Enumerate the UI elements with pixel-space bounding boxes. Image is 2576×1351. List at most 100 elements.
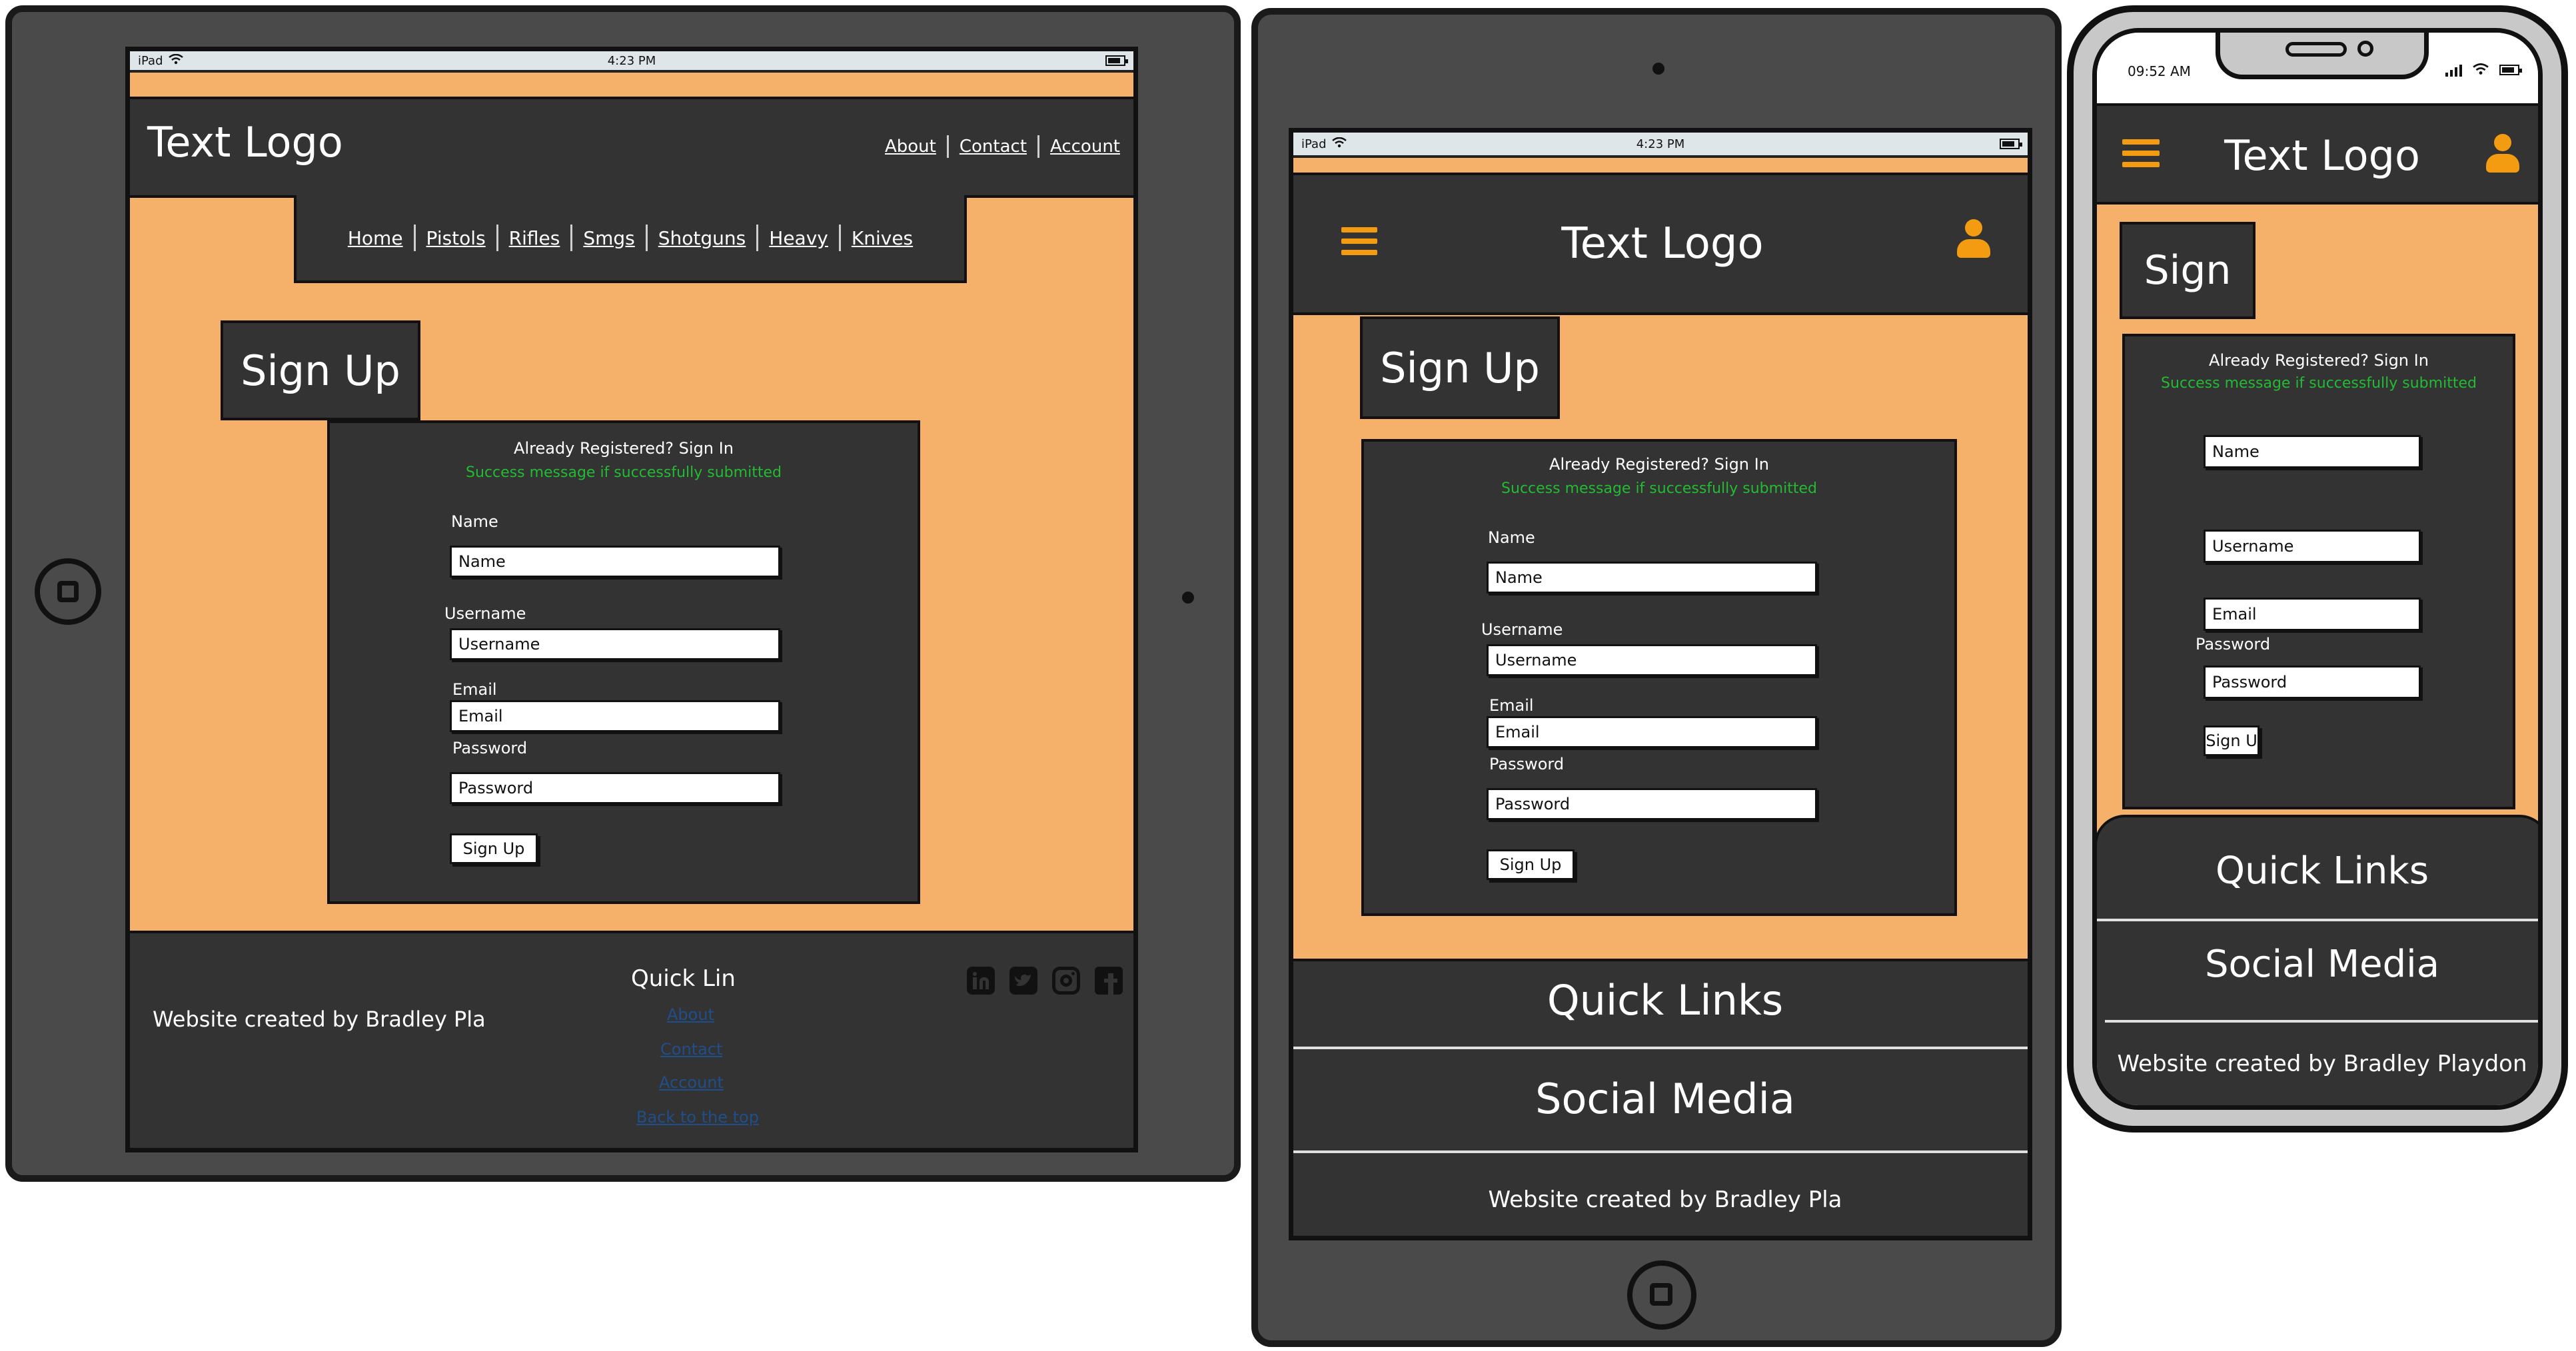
tablet-screen: iPad 4:23 PM Text Logo About Contact Acc… [125, 47, 1138, 1152]
name-label: Name [1488, 528, 1535, 547]
nav-knives[interactable]: Knives [852, 227, 913, 249]
clock: 4:23 PM [607, 53, 656, 68]
phone-screen: 09:52 AM Text Logo Sign Already Register… [2092, 28, 2543, 1110]
carrier-label: iPad [1301, 137, 1327, 151]
user-icon[interactable] [2486, 134, 2519, 175]
quick-links-heading[interactable]: Quick Links [2097, 849, 2538, 893]
name-input[interactable]: Name [2204, 435, 2421, 468]
footer-credit: Website created by Bradley Pla [1488, 1186, 1842, 1213]
divider [1293, 1150, 2028, 1153]
signup-form: Already Registered? Sign In Success mess… [327, 420, 920, 904]
nav-home[interactable]: Home [348, 227, 403, 249]
footer-credit: Website created by Bradley Playdon [2117, 1051, 2527, 1077]
phone-frame: 09:52 AM Text Logo Sign Already Register… [2067, 5, 2568, 1132]
camera [1182, 592, 1194, 604]
username-label: Username [1481, 620, 1563, 639]
password-label: Password [1489, 755, 1565, 773]
battery-icon [2499, 65, 2522, 75]
sign-in-link[interactable]: Already Registered? Sign In [1364, 455, 1954, 474]
page-title: Sign [2120, 222, 2255, 319]
page-title: Sign Up [221, 320, 420, 420]
email-label: Email [452, 680, 497, 699]
home-button[interactable] [1627, 1260, 1696, 1330]
password-input[interactable]: Password [1487, 788, 1817, 820]
linkedin-icon[interactable] [967, 967, 995, 995]
carrier-label: iPad [138, 53, 163, 68]
nav-shotguns[interactable]: Shotguns [658, 227, 746, 249]
top-nav: About Contact Account [885, 135, 1120, 158]
ipad-portrait-frame: iPad 4:23 PM Text Logo Sign Up Already R… [1251, 8, 2062, 1347]
success-message: Success message if successfully submitte… [2161, 375, 2477, 392]
divider [2105, 1020, 2538, 1023]
sign-up-button[interactable]: Sign U [2204, 725, 2259, 756]
nav-about[interactable]: About [885, 137, 936, 157]
nav-account[interactable]: Account [1050, 137, 1120, 157]
name-input[interactable]: Name [450, 546, 780, 578]
nav-smgs[interactable]: Smgs [583, 227, 634, 249]
divider [1293, 1047, 2028, 1049]
twitter-icon[interactable] [1009, 967, 1037, 995]
sign-in-link[interactable]: Already Registered? Sign In [330, 439, 918, 458]
success-message: Success message if successfully submitte… [466, 464, 782, 481]
site-header: Text Logo [2097, 103, 2538, 205]
signup-form: Already Registered? Sign In Success mess… [2122, 334, 2515, 809]
text-logo[interactable]: Text Logo [147, 118, 343, 167]
signal-icon [2445, 65, 2462, 77]
signup-form: Already Registered? Sign In Success mess… [1361, 439, 1957, 916]
status-bar: iPad 4:23 PM [130, 51, 1133, 73]
name-label: Name [451, 512, 498, 531]
clock: 4:23 PM [1636, 137, 1685, 151]
clock: 09:52 AM [2128, 63, 2191, 79]
nav-pistols[interactable]: Pistols [426, 227, 486, 249]
footer-link-about[interactable]: About [667, 1005, 714, 1024]
battery-icon [1105, 55, 1128, 66]
footer-credit: Website created by Bradley Pla [153, 1007, 486, 1032]
sign-up-button[interactable]: Sign Up [450, 833, 538, 864]
camera [1652, 63, 1664, 75]
site-header: Text Logo About Contact Account [130, 97, 1133, 198]
password-label: Password [2196, 635, 2271, 654]
password-input[interactable]: Password [450, 772, 780, 804]
footer-link-contact[interactable]: Contact [660, 1040, 722, 1059]
nav-contact[interactable]: Contact [960, 137, 1027, 157]
battery-icon [2000, 139, 2022, 149]
email-input[interactable]: Email [1487, 716, 1817, 748]
wifi-icon [2473, 63, 2489, 78]
wifi-icon [168, 53, 183, 68]
quick-links-heading[interactable]: Quick Links [1293, 976, 2028, 1025]
site-header: Text Logo [1293, 173, 2028, 315]
status-bar: iPad 4:23 PM [1293, 133, 2028, 158]
username-input[interactable]: Username [450, 628, 780, 660]
divider [2097, 919, 2538, 921]
sign-in-link[interactable]: Already Registered? Sign In [2125, 351, 2513, 370]
site-footer: Quick Links Social Media Website created… [1293, 959, 2028, 1236]
email-label: Email [1489, 696, 1534, 715]
footer-link-top[interactable]: Back to the top [636, 1108, 759, 1126]
password-input[interactable]: Password [2204, 666, 2421, 699]
name-input[interactable]: Name [1487, 562, 1817, 594]
instagram-icon[interactable] [1052, 967, 1080, 995]
social-media-heading[interactable]: Social Media [2097, 943, 2538, 986]
sign-up-button[interactable]: Sign Up [1487, 849, 1575, 880]
user-icon[interactable] [1957, 219, 1990, 262]
success-message: Success message if successfully submitte… [1501, 480, 1817, 497]
status-bar: 09:52 AM [2097, 33, 2538, 106]
facebook-icon[interactable] [1095, 967, 1123, 995]
ipad-screen: iPad 4:23 PM Text Logo Sign Up Already R… [1289, 128, 2032, 1240]
nav-rifles[interactable]: Rifles [509, 227, 560, 249]
tablet-landscape-frame: iPad 4:23 PM Text Logo About Contact Acc… [5, 5, 1241, 1182]
site-footer: Quick Links Social Media Website created… [2097, 815, 2538, 1105]
username-input[interactable]: Username [2204, 530, 2421, 563]
text-logo[interactable]: Text Logo [2097, 131, 2538, 180]
username-input[interactable]: Username [1487, 644, 1817, 676]
quick-links-title: Quick Lin [631, 965, 736, 992]
email-input[interactable]: Email [2204, 598, 2421, 631]
nav-heavy[interactable]: Heavy [769, 227, 828, 249]
social-media-heading[interactable]: Social Media [1293, 1075, 2028, 1123]
footer-link-account[interactable]: Account [659, 1073, 724, 1092]
email-input[interactable]: Email [450, 700, 780, 732]
wifi-icon [1331, 137, 1347, 151]
home-button[interactable] [35, 558, 101, 625]
site-footer: Website created by Bradley Pla Quick Lin… [130, 931, 1133, 1148]
text-logo[interactable]: Text Logo [1293, 219, 2028, 268]
